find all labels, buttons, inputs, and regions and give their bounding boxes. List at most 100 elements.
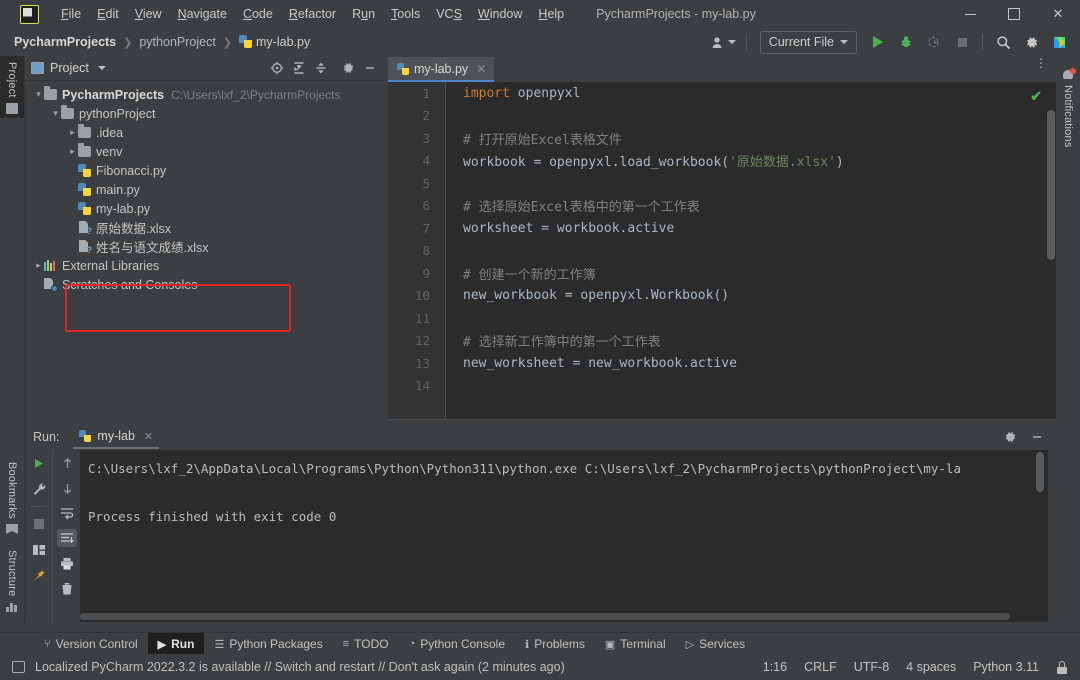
select-opened-file-icon[interactable] [268, 59, 286, 77]
sidebar-item-bookmarks[interactable]: Bookmarks [0, 456, 24, 534]
menu-item-run[interactable]: Run [344, 4, 383, 24]
tool-window-button-version-control[interactable]: ⑂ Version Control [34, 633, 148, 655]
lock-icon[interactable] [1056, 660, 1068, 674]
chevron-down-icon[interactable] [97, 66, 106, 70]
menu-item-refactor[interactable]: Refactor [281, 4, 344, 24]
tree-node-external-libraries[interactable]: External Libraries [25, 256, 385, 275]
tree-node-pythonproject[interactable]: pythonProject [25, 104, 385, 123]
clear-all-trash-icon[interactable] [57, 579, 77, 597]
close-icon[interactable]: ✕ [1036, 0, 1080, 28]
hide-icon[interactable] [1028, 428, 1046, 446]
menu-item-window[interactable]: Window [470, 4, 530, 24]
problems-icon: ℹ [525, 638, 530, 651]
tree-node--idea[interactable]: .idea [25, 123, 385, 142]
inspection-ok-check-icon[interactable]: ✔ [1030, 88, 1042, 105]
run-play-icon[interactable] [865, 32, 891, 52]
maximize-icon[interactable] [992, 0, 1036, 28]
tree-node-venv[interactable]: venv [25, 142, 385, 161]
project-tab-label: Project [6, 62, 18, 98]
more-options-icon[interactable]: ⋮ [1035, 57, 1048, 69]
tree-node-main-py[interactable]: main.py [25, 180, 385, 199]
tool-window-button-todo[interactable]: ≡ TODO [333, 633, 399, 655]
chevron-right-icon[interactable] [67, 146, 78, 157]
console-horizontal-scrollbar[interactable] [80, 613, 1010, 620]
notifications-tab-label: Notifications [1062, 85, 1074, 148]
editor-vertical-scrollbar[interactable] [1047, 110, 1055, 260]
breadcrumb-item-pythonproject[interactable]: pythonProject [139, 35, 215, 49]
edit-configuration-wrench-icon[interactable] [29, 480, 49, 498]
status-message[interactable]: Localized PyCharm 2022.3.2 is available … [35, 660, 565, 674]
up-stacktrace-icon[interactable] [57, 454, 77, 472]
console-line: Process finished with exit code 0 [88, 509, 337, 524]
gear-icon[interactable] [1001, 428, 1019, 446]
console-vertical-scrollbar[interactable] [1036, 452, 1044, 492]
tree-node-scratches-and-consoles[interactable]: Scratches and Consoles [25, 275, 385, 294]
tool-window-button-services[interactable]: ▷ Services [676, 633, 755, 655]
collapse-all-icon[interactable] [312, 59, 330, 77]
menu-item-tools[interactable]: Tools [383, 4, 428, 24]
gear-icon[interactable] [1018, 32, 1044, 52]
caret-position[interactable]: 1:16 [763, 660, 787, 674]
indent-setting[interactable]: 4 spaces [906, 660, 956, 674]
pycharm-feature-icon[interactable] [1046, 32, 1072, 52]
account-icon[interactable] [708, 32, 739, 52]
pin-tab-icon[interactable] [29, 567, 49, 585]
chevron-down-icon[interactable] [33, 89, 44, 100]
tree-node-原始数据-xlsx[interactable]: 原始数据.xlsx [25, 218, 385, 237]
expand-all-icon[interactable] [290, 59, 308, 77]
stop-icon[interactable] [949, 32, 975, 52]
soft-wrap-icon[interactable] [57, 504, 77, 522]
layout-settings-icon[interactable] [29, 541, 49, 559]
menu-item-view[interactable]: View [127, 4, 170, 24]
line-separator[interactable]: CRLF [804, 660, 837, 674]
scratches-icon [44, 278, 58, 292]
search-icon[interactable] [990, 32, 1016, 52]
menu-item-code[interactable]: Code [235, 4, 281, 24]
debug-bug-icon[interactable] [893, 32, 919, 52]
down-stacktrace-icon[interactable] [57, 479, 77, 497]
breadcrumb-item-pycharmprojects[interactable]: PycharmProjects [14, 35, 116, 49]
sidebar-item-notifications[interactable]: Notifications [1056, 56, 1080, 148]
settings-gear-icon[interactable] [339, 59, 357, 77]
chevron-down-icon[interactable] [50, 108, 61, 119]
breadcrumb-separator: ❯ [222, 36, 233, 49]
tool-window-button-run[interactable]: ▶ Run [147, 633, 205, 655]
print-icon[interactable] [57, 554, 77, 572]
menu-item-edit[interactable]: Edit [89, 4, 127, 24]
run-configuration-selector[interactable]: Current File [759, 30, 857, 54]
editor-code-area[interactable]: 1 import openpyxl 2 3 # 打开原始Excel表格文件 4 workbo… [388, 82, 1056, 420]
minimize-icon[interactable] [948, 0, 992, 28]
close-icon[interactable]: ✕ [476, 62, 486, 76]
run-tab-my-lab[interactable]: my-lab ✕ [73, 425, 160, 449]
tool-window-button-problems[interactable]: ℹ Problems [515, 633, 595, 655]
close-icon[interactable]: ✕ [144, 430, 153, 443]
scroll-to-end-icon[interactable] [57, 529, 77, 547]
python-interpreter[interactable]: Python 3.11 [973, 660, 1039, 674]
menu-item-navigate[interactable]: Navigate [170, 4, 235, 24]
menu-item-help[interactable]: Help [530, 4, 572, 24]
tool-window-button-python-packages[interactable]: ☰ Python Packages [204, 633, 332, 655]
tree-node-姓名与语文成绩-xlsx[interactable]: 姓名与语文成绩.xlsx [25, 237, 385, 256]
hide-icon[interactable] [361, 59, 379, 77]
run-console-output[interactable]: C:\Users\lxf_2\AppData\Local\Programs\Py… [80, 450, 1048, 622]
menu-item-file[interactable]: File [53, 4, 89, 24]
file-encoding[interactable]: UTF-8 [854, 660, 889, 674]
stop-icon[interactable] [29, 515, 49, 533]
rerun-icon[interactable] [29, 454, 49, 472]
tree-node-my-lab-py[interactable]: my-lab.py [25, 199, 385, 218]
tree-node-fibonacci-py[interactable]: Fibonacci.py [25, 161, 385, 180]
breadcrumb-item-my-lab-py[interactable]: my-lab.py [239, 35, 310, 49]
tab-my-lab-py[interactable]: my-lab.py ✕ [388, 57, 495, 82]
services-icon: ▷ [685, 638, 695, 651]
chevron-right-icon[interactable] [33, 260, 44, 271]
tool-window-button-python-console[interactable]: ◔ Python Console [399, 633, 515, 655]
tree-node-pycharmprojects[interactable]: PycharmProjects C:\Users\lxf_2\PycharmPro… [25, 85, 385, 104]
code-token: openpyxl [509, 85, 581, 101]
menu-item-vcs[interactable]: VCS [428, 4, 470, 24]
tool-window-button-terminal[interactable]: ▣ Terminal [595, 633, 676, 655]
sidebar-item-structure[interactable]: Structure [0, 544, 24, 620]
sidebar-item-project[interactable]: Project [0, 56, 24, 118]
breadcrumb-label: pythonProject [139, 35, 216, 49]
chevron-right-icon[interactable] [67, 127, 78, 138]
run-coverage-icon[interactable] [921, 32, 947, 52]
